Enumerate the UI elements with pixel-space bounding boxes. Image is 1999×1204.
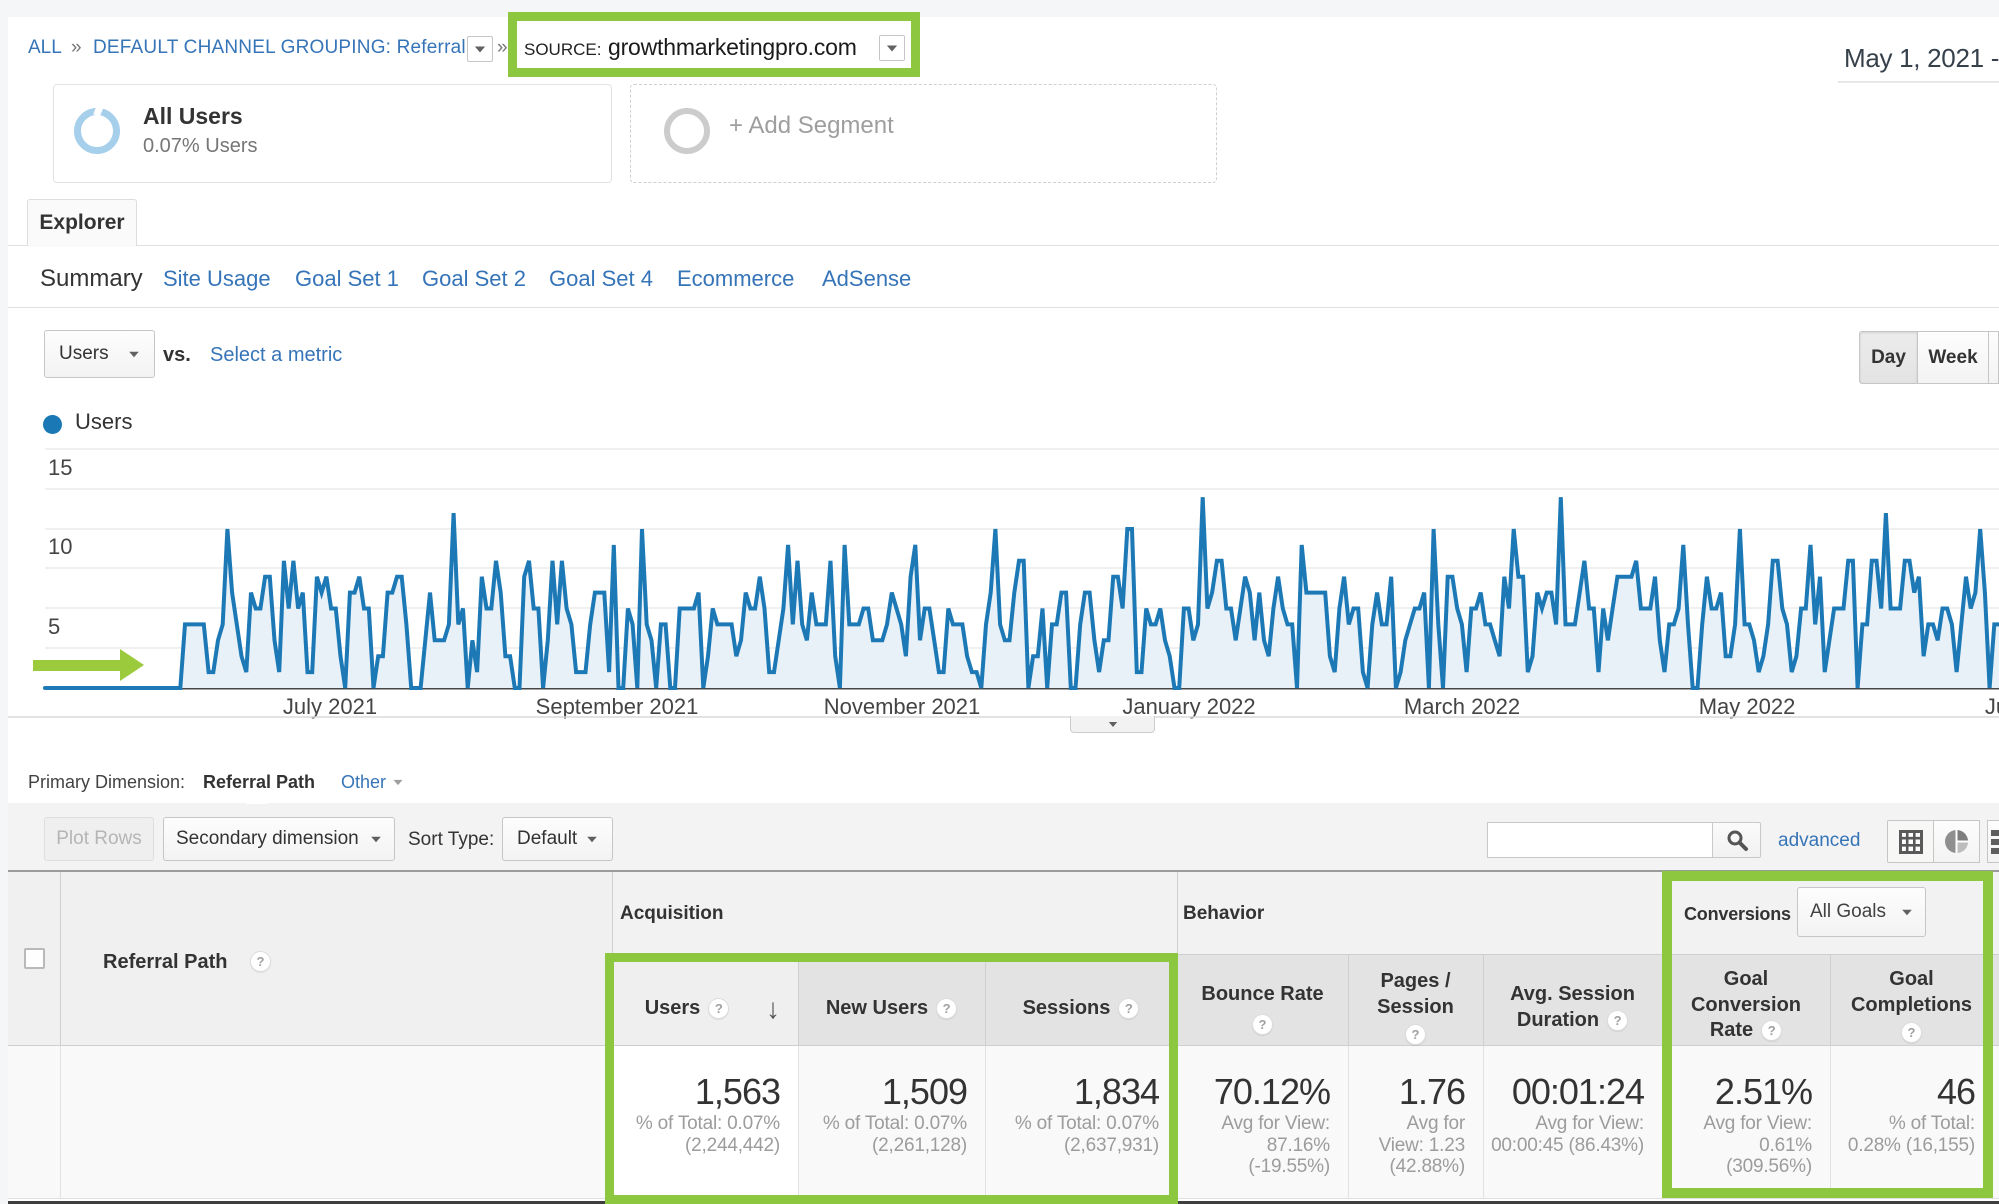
- svg-text:November 2021: November 2021: [824, 694, 981, 719]
- svg-text:May 2022: May 2022: [1699, 694, 1796, 719]
- svg-text:5: 5: [48, 614, 60, 639]
- svg-text:March 2022: March 2022: [1404, 694, 1520, 719]
- svg-text:15: 15: [48, 455, 72, 480]
- svg-text:September 2021: September 2021: [536, 694, 699, 719]
- svg-text:July 2022: July 2022: [1985, 694, 1999, 719]
- svg-text:10: 10: [48, 534, 72, 559]
- svg-text:July 2021: July 2021: [283, 694, 377, 719]
